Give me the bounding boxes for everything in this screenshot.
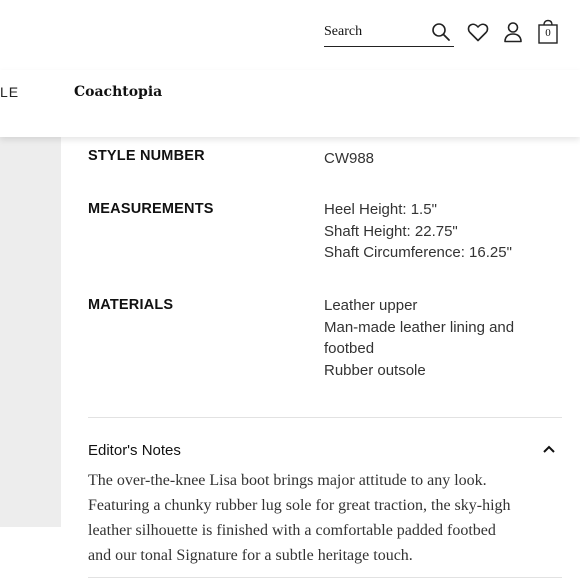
spec-value: Man-made leather lining and bbox=[324, 318, 515, 336]
divider bbox=[88, 417, 562, 418]
spec-value: Leather upper bbox=[324, 297, 418, 314]
nav-item-coachtopia[interactable]: Coachtopia bbox=[74, 84, 162, 100]
spec-value: footbed bbox=[324, 340, 375, 357]
search-icon[interactable] bbox=[431, 22, 451, 42]
spec-value: CW988 bbox=[324, 150, 375, 167]
spec-label: MEASUREMENTS bbox=[88, 201, 214, 217]
notes-line: leather silhouette is finished with a co… bbox=[88, 522, 496, 539]
spec-value: Rubber outsole bbox=[324, 361, 426, 379]
editors-notes-heading[interactable]: Editor's Notes bbox=[88, 442, 181, 459]
site-header: 0 bbox=[0, 0, 580, 70]
notes-line: and our tonal Signature for a subtle her… bbox=[88, 547, 413, 564]
spec-value: Shaft Height: 22.75" bbox=[324, 222, 458, 240]
spec-value: Heel Height: 1.5" bbox=[324, 201, 437, 218]
spec-values: Leather upper Man-made leather lining an… bbox=[324, 295, 514, 381]
notes-line: The over-the-knee Lisa boot brings major… bbox=[88, 472, 487, 489]
spec-value: Shaft Circumference: 16.25" bbox=[324, 244, 512, 261]
editors-notes-body: The over-the-knee Lisa boot brings major… bbox=[88, 468, 558, 568]
nav-bar: LE Coachtopia bbox=[0, 70, 580, 137]
account-icon[interactable] bbox=[502, 20, 524, 44]
search-input[interactable] bbox=[324, 20, 424, 44]
search-box[interactable] bbox=[324, 20, 454, 47]
spec-values: Heel Height: 1.5" Shaft Height: 22.75" S… bbox=[324, 199, 512, 264]
spec-values: CW988 bbox=[324, 148, 374, 170]
bag-count: 0 bbox=[545, 27, 551, 39]
notes-line: Featuring a chunky rubber lug sole for g… bbox=[88, 497, 511, 514]
shopping-bag-button[interactable]: 0 bbox=[536, 19, 560, 45]
chevron-up-icon[interactable] bbox=[541, 443, 557, 455]
heart-icon[interactable] bbox=[466, 20, 490, 44]
spec-label: MATERIALS bbox=[88, 297, 174, 313]
spec-label: STYLE NUMBER bbox=[88, 148, 205, 164]
divider bbox=[88, 577, 562, 578]
nav-item-partial[interactable]: LE bbox=[0, 84, 19, 100]
